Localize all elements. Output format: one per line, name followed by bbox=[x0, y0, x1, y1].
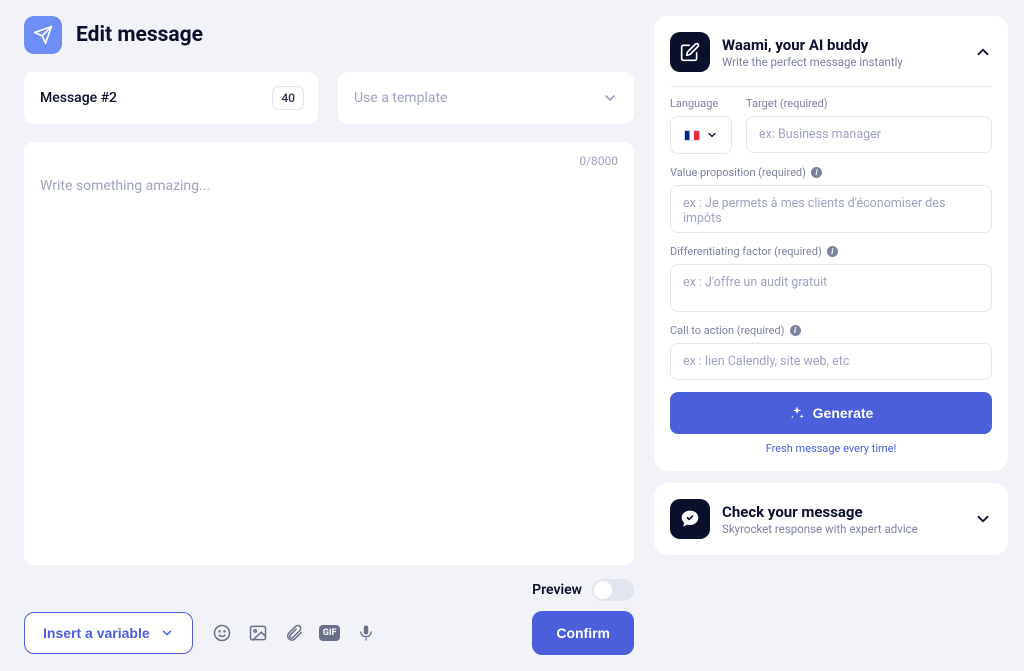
message-name-input[interactable]: Message #2 40 bbox=[24, 72, 318, 124]
generate-label: Generate bbox=[813, 405, 874, 421]
check-subtitle: Skyrocket response with expert advice bbox=[722, 522, 962, 536]
waami-card: Waami, your AI buddy Write the perfect m… bbox=[654, 16, 1008, 471]
template-select[interactable]: Use a template bbox=[338, 72, 634, 124]
preview-label: Preview bbox=[532, 582, 582, 598]
target-input[interactable] bbox=[746, 116, 992, 153]
chevron-down-icon bbox=[974, 510, 992, 528]
confirm-button[interactable]: Confirm bbox=[532, 611, 634, 655]
flag-fr-icon bbox=[684, 130, 700, 141]
insert-variable-label: Insert a variable bbox=[43, 625, 150, 641]
attachment-icon[interactable] bbox=[283, 622, 305, 644]
info-icon: i bbox=[790, 325, 801, 336]
cta-label: Call to action (required)i bbox=[670, 324, 992, 337]
waami-header[interactable]: Waami, your AI buddy Write the perfect m… bbox=[670, 32, 992, 72]
info-icon: i bbox=[827, 246, 838, 257]
diff-factor-label: Differentiating factor (required)i bbox=[670, 245, 992, 258]
template-placeholder: Use a template bbox=[354, 90, 447, 106]
check-title: Check your message bbox=[722, 503, 962, 521]
check-chat-icon bbox=[670, 499, 710, 539]
waami-title: Waami, your AI buddy bbox=[722, 36, 962, 54]
preview-toggle[interactable] bbox=[592, 579, 634, 601]
chevron-down-icon bbox=[706, 129, 718, 141]
check-card: Check your message Skyrocket response wi… bbox=[654, 483, 1008, 555]
language-label: Language bbox=[670, 97, 732, 110]
cta-input[interactable] bbox=[670, 343, 992, 380]
message-editor[interactable]: 0/8000 Write something amazing... bbox=[24, 142, 634, 565]
chevron-down-icon bbox=[602, 90, 618, 106]
waami-subtitle: Write the perfect message instantly bbox=[722, 55, 962, 69]
value-prop-input[interactable] bbox=[670, 185, 992, 233]
chevron-up-icon bbox=[974, 43, 992, 61]
edit-icon bbox=[670, 32, 710, 72]
sparkle-icon bbox=[789, 405, 805, 421]
send-icon bbox=[24, 16, 62, 54]
diff-factor-input[interactable] bbox=[670, 264, 992, 312]
voice-icon[interactable] bbox=[355, 622, 377, 644]
check-header[interactable]: Check your message Skyrocket response wi… bbox=[670, 499, 992, 539]
emoji-icon[interactable] bbox=[211, 622, 233, 644]
fresh-hint: Fresh message every time! bbox=[670, 442, 992, 455]
gif-icon[interactable]: GIF bbox=[319, 622, 341, 644]
page-header: Edit message bbox=[24, 16, 634, 54]
target-label: Target (required) bbox=[746, 97, 992, 110]
insert-variable-button[interactable]: Insert a variable bbox=[24, 612, 193, 654]
language-select[interactable] bbox=[670, 116, 732, 154]
editor-placeholder: Write something amazing... bbox=[40, 178, 618, 194]
chevron-down-icon bbox=[160, 626, 174, 640]
toggle-knob bbox=[594, 581, 612, 599]
char-counter: 0/8000 bbox=[579, 154, 618, 168]
message-name-counter: 40 bbox=[272, 86, 304, 110]
message-name-text: Message #2 bbox=[40, 90, 117, 106]
value-prop-label: Value proposition (required)i bbox=[670, 166, 992, 179]
image-icon[interactable] bbox=[247, 622, 269, 644]
page-title: Edit message bbox=[76, 23, 203, 47]
generate-button[interactable]: Generate bbox=[670, 392, 992, 434]
info-icon: i bbox=[811, 167, 822, 178]
